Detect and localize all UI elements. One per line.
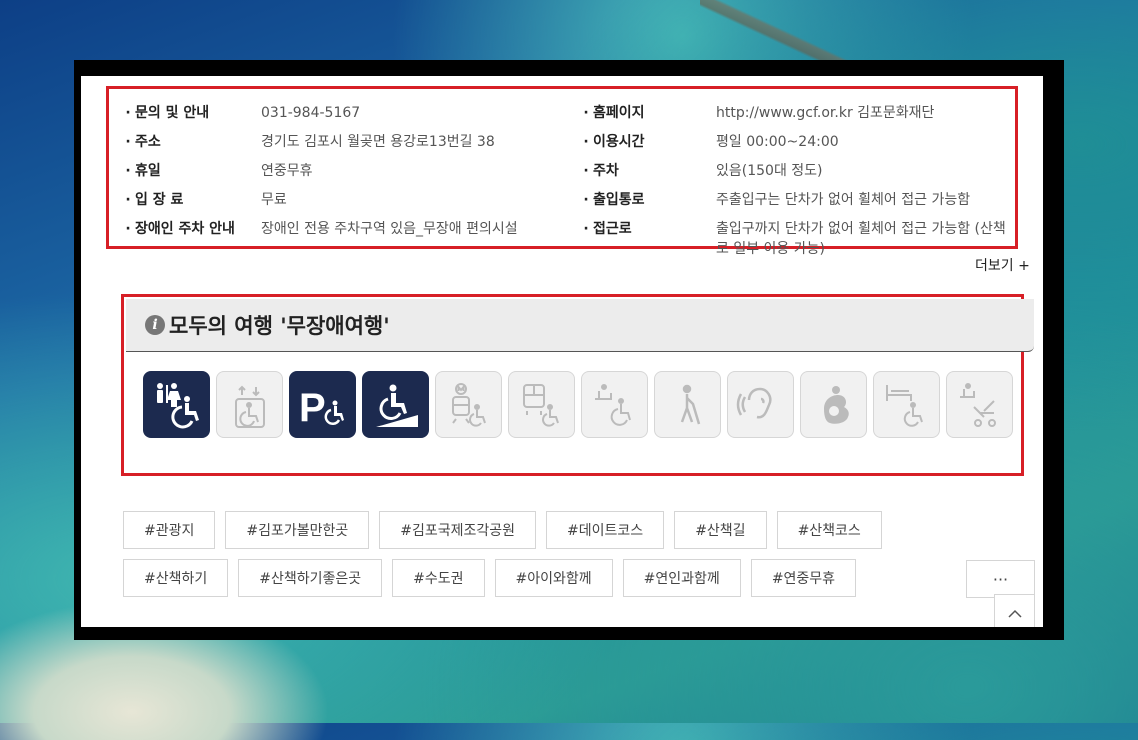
svg-text:P: P — [299, 386, 326, 430]
tag-chip[interactable]: #산책길 — [674, 511, 767, 549]
info-value: 출입구까지 단차가 없어 휠체어 접근 가능함 (산책로 일부 이용 가능) — [716, 221, 1006, 257]
accessibility-title-bar: i 모두의 여행 '무장애여행' — [126, 299, 1034, 352]
info-value: 무료 — [261, 192, 287, 208]
info-section: · 문의 및 안내 031-984-5167 · 주소 경기도 김포시 월곶면 용강… — [106, 86, 1019, 257]
bullet: · — [583, 163, 589, 179]
tag-chip[interactable]: #연중무휴 — [750, 559, 857, 597]
tag-chip[interactable]: #데이트코스 — [546, 511, 665, 549]
accessibility-title: 모두의 여행 '무장애여행' — [169, 314, 390, 338]
visually-impaired-icon[interactable] — [654, 371, 721, 438]
bullet: · — [583, 192, 589, 208]
info-row: · 장애인 주차 안내 장애인 전용 주차구역 있음_무장애 편의시설 — [121, 219, 518, 248]
info-value: 주출입구는 단차가 없어 휠체어 접근 가능함 — [716, 192, 971, 208]
info-label: 문의 및 안내 — [135, 105, 210, 121]
info-label: 장애인 주차 안내 — [135, 221, 235, 237]
bullet: · — [125, 192, 131, 208]
info-value: 평일 00:00~24:00 — [716, 134, 839, 150]
wheelchair-ramp-icon[interactable] — [362, 371, 429, 438]
info-label: 접근로 — [593, 221, 632, 237]
tag-chip[interactable]: #산책코스 — [776, 511, 882, 549]
info-value: 장애인 전용 주차구역 있음_무장애 편의시설 — [261, 221, 518, 237]
info-row: · 입 장 료 무료 — [121, 190, 518, 219]
info-label: 주소 — [135, 134, 161, 150]
info-row: · 홈페이지 http://www.gcf.or.kr 김포문화재단 — [579, 103, 1019, 132]
info-label: 입 장 료 — [135, 192, 184, 208]
tag-list: #관광지 #김포가볼만한곳 #김포국제조각공원 #데이트코스 #산책길 #산책코… — [123, 511, 882, 607]
info-label: 이용시간 — [593, 134, 645, 150]
nursing-room-icon[interactable] — [800, 371, 867, 438]
info-left-column: · 문의 및 안내 031-984-5167 · 주소 경기도 김포시 월곶면 용강… — [121, 103, 518, 248]
tag-chip[interactable]: #수도권 — [392, 559, 485, 597]
info-label: 주차 — [593, 163, 619, 179]
bullet: · — [583, 105, 589, 121]
tag-chip[interactable]: #김포가볼만한곳 — [225, 511, 370, 549]
accessible-restroom-icon[interactable] — [143, 371, 210, 438]
more-button[interactable]: 더보기 + — [975, 254, 1035, 286]
scroll-top-button[interactable] — [994, 594, 1035, 627]
tag-chip[interactable]: #산책하기 — [123, 559, 229, 597]
info-icon: i — [145, 315, 165, 335]
tag-row: #관광지 #김포가볼만한곳 #김포국제조각공원 #데이트코스 #산책길 #산책코… — [123, 511, 882, 549]
info-row: · 문의 및 안내 031-984-5167 — [121, 103, 518, 132]
bullet: · — [125, 105, 131, 121]
bullet: · — [125, 221, 131, 237]
tag-chip[interactable]: #관광지 — [123, 511, 216, 549]
info-row: · 주소 경기도 김포시 월곶면 용강로13번길 38 — [121, 132, 518, 161]
bullet: · — [125, 134, 131, 150]
accessible-room-icon[interactable] — [873, 371, 940, 438]
subway-access-icon[interactable] — [435, 371, 502, 438]
info-row: · 주차 있음(150대 정도) — [579, 161, 1019, 190]
tag-chip[interactable]: #김포국제조각공원 — [379, 511, 537, 549]
info-label: 출입통로 — [593, 192, 645, 208]
info-row: · 휴일 연중무휴 — [121, 161, 518, 190]
info-value: 031-984-5167 — [261, 105, 361, 121]
stroller-rental-icon[interactable] — [946, 371, 1013, 438]
tag-row: #산책하기 #산책하기좋은곳 #수도권 #아이와함께 #연인과함께 #연중무휴 — [123, 559, 882, 597]
homepage-link[interactable]: http://www.gcf.or.kr 김포문화재단 — [716, 103, 1016, 123]
bus-access-icon[interactable] — [508, 371, 575, 438]
info-label: 휴일 — [135, 163, 161, 179]
elevator-icon[interactable] — [216, 371, 283, 438]
accessibility-icon-list: P — [143, 371, 1013, 438]
tags-more-button[interactable]: ··· — [966, 560, 1035, 598]
info-label: 홈페이지 — [593, 105, 645, 121]
tag-chip[interactable]: #산책하기좋은곳 — [238, 559, 383, 597]
info-row: · 이용시간 평일 00:00~24:00 — [579, 132, 1019, 161]
accessibility-section: i 모두의 여행 '무장애여행' P — [121, 294, 1034, 476]
hearing-impaired-icon[interactable] — [727, 371, 794, 438]
info-right-column: · 홈페이지 http://www.gcf.or.kr 김포문화재단 · 이용시간 … — [579, 103, 1019, 257]
content-panel: · 문의 및 안내 031-984-5167 · 주소 경기도 김포시 월곶면 용강… — [81, 76, 1043, 627]
wheelchair-rental-icon[interactable] — [581, 371, 648, 438]
info-value: 경기도 김포시 월곶면 용강로13번길 38 — [261, 134, 495, 150]
accessible-parking-icon[interactable]: P — [289, 371, 356, 438]
chevron-up-icon — [1007, 609, 1022, 618]
bullet: · — [125, 163, 131, 179]
info-value: 연중무휴 — [261, 163, 313, 179]
info-row: · 접근로 출입구까지 단차가 없어 휠체어 접근 가능함 (산책로 일부 이용 … — [579, 219, 1019, 257]
bullet: · — [583, 221, 589, 237]
bullet: · — [583, 134, 589, 150]
info-value: 있음(150대 정도) — [716, 163, 823, 179]
tag-chip[interactable]: #연인과함께 — [622, 559, 741, 597]
tag-chip[interactable]: #아이와함께 — [494, 559, 613, 597]
info-row: · 출입통로 주출입구는 단차가 없어 휠체어 접근 가능함 — [579, 190, 1019, 219]
